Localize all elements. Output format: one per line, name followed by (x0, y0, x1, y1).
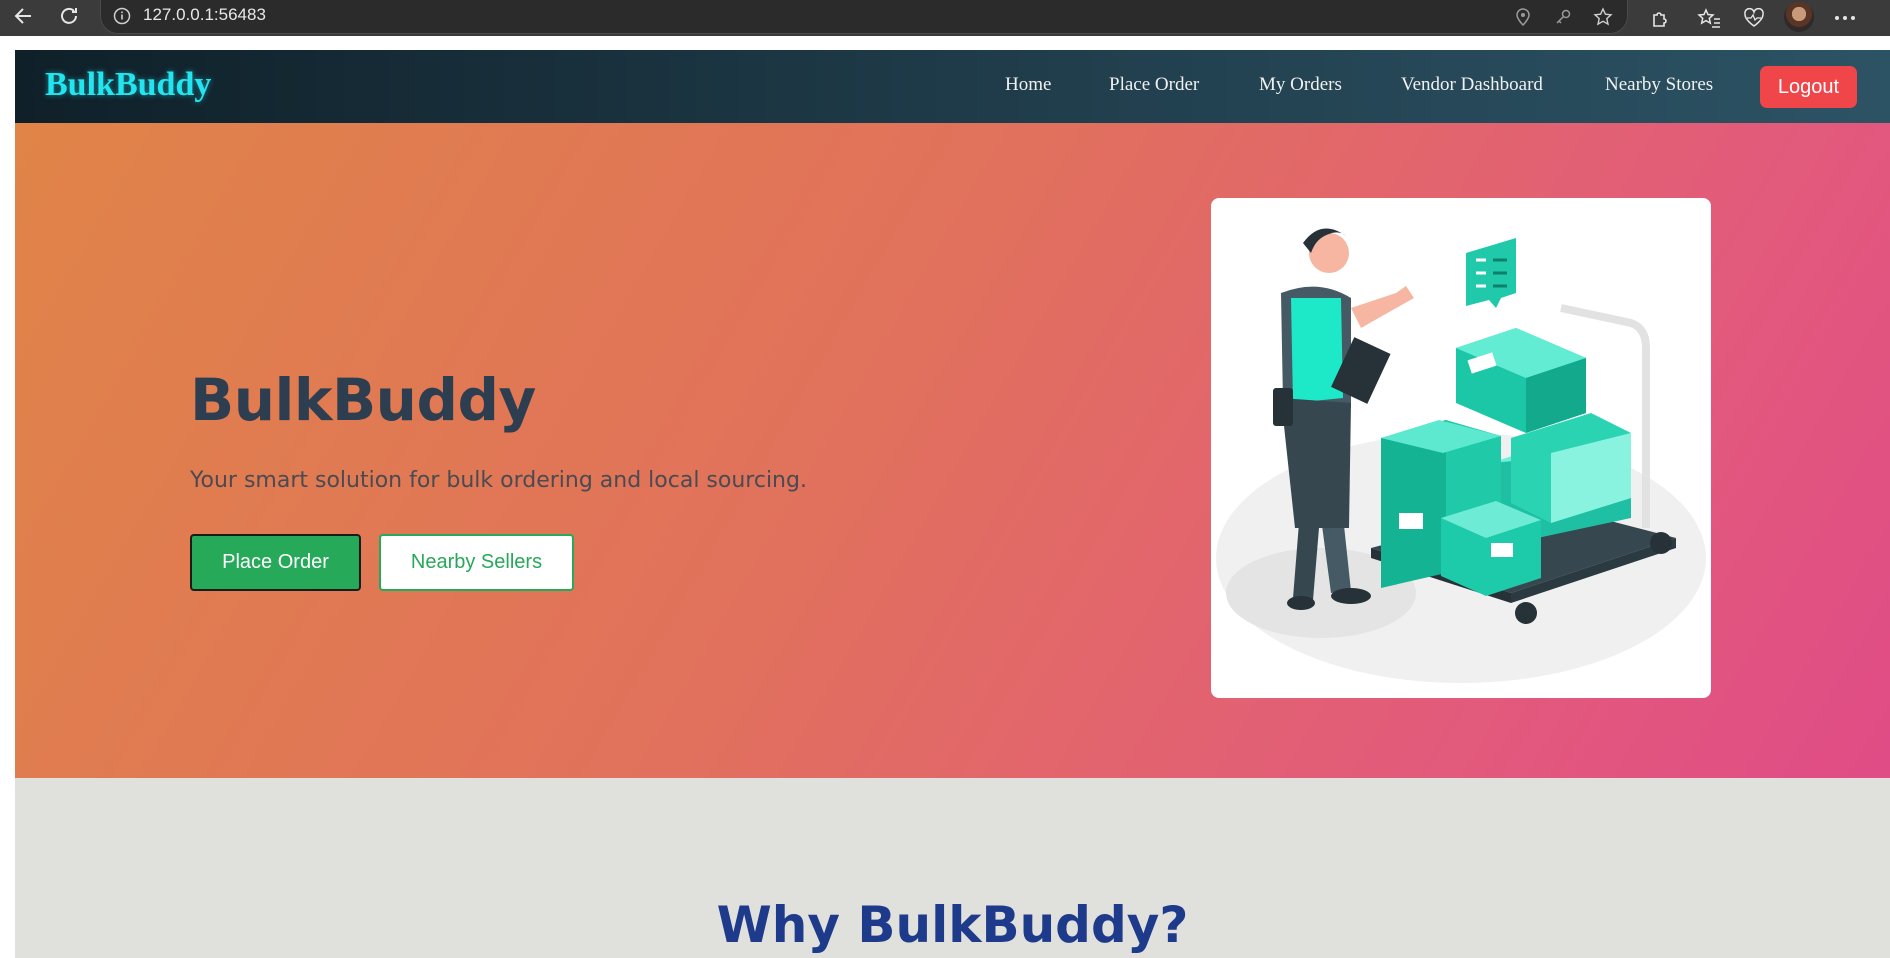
profile-avatar[interactable] (1784, 2, 1814, 32)
address-bar[interactable]: 127.0.0.1:56483 (100, 0, 1628, 34)
site-navbar: BulkBuddy Home Place Order My Orders Ven… (15, 50, 1890, 123)
page-viewport: BulkBuddy Home Place Order My Orders Ven… (15, 50, 1890, 958)
nav-link-home[interactable]: Home (1005, 74, 1051, 96)
why-section-title: Why BulkBuddy? (716, 896, 1189, 954)
nav-link-my-orders[interactable]: My Orders (1259, 74, 1342, 96)
reload-icon[interactable] (55, 2, 83, 30)
why-section: Why BulkBuddy? (15, 778, 1890, 958)
browser-toolbar: 127.0.0.1:56483 (0, 0, 1890, 36)
hero-title: BulkBuddy (190, 366, 536, 434)
location-icon[interactable] (1511, 5, 1535, 29)
url-text[interactable]: 127.0.0.1:56483 (143, 5, 266, 25)
logout-button[interactable]: Logout (1760, 66, 1857, 108)
extensions-icon[interactable] (1645, 3, 1675, 33)
nearby-sellers-button[interactable]: Nearby Sellers (379, 534, 574, 591)
key-icon[interactable] (1551, 5, 1575, 29)
back-icon[interactable] (10, 2, 38, 30)
health-icon[interactable] (1739, 3, 1769, 33)
hero-illustration (1211, 198, 1711, 698)
favorites-icon[interactable] (1694, 3, 1724, 33)
hero-subtitle: Your smart solution for bulk ordering an… (190, 468, 807, 493)
brand-logo[interactable]: BulkBuddy (45, 66, 211, 104)
site-info-icon[interactable] (113, 7, 131, 25)
place-order-button[interactable]: Place Order (190, 534, 361, 591)
favorite-star-icon[interactable] (1591, 5, 1615, 29)
hero-section: BulkBuddy Your smart solution for bulk o… (15, 123, 1890, 778)
nav-link-vendor-dashboard[interactable]: Vendor Dashboard (1401, 74, 1543, 96)
nav-link-place-order[interactable]: Place Order (1109, 74, 1199, 96)
nav-link-nearby-stores[interactable]: Nearby Stores (1605, 74, 1713, 96)
more-icon[interactable] (1830, 3, 1860, 33)
